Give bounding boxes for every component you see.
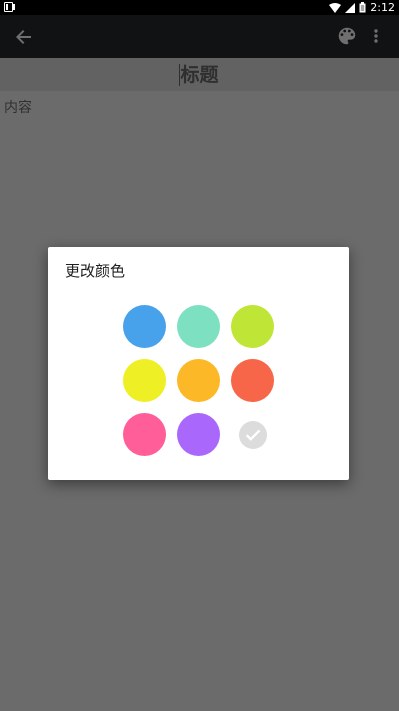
color-swatch-teal[interactable] [177, 305, 220, 348]
more-options-button[interactable] [366, 25, 386, 47]
palette-button[interactable] [336, 25, 358, 47]
notification-icon [4, 2, 15, 12]
battery-icon [359, 2, 366, 13]
color-picker-dialog: 更改颜色 [48, 247, 349, 480]
status-right-icons: 2:12 [329, 0, 395, 15]
back-button[interactable] [12, 25, 36, 49]
note-content[interactable]: 内容 [4, 97, 32, 117]
check-icon [245, 429, 261, 441]
page-title[interactable]: 标题 [0, 60, 399, 90]
app-bar [0, 15, 399, 58]
status-time: 2:12 [370, 1, 395, 14]
color-swatch-pink[interactable] [123, 413, 166, 456]
wifi-icon [329, 2, 342, 13]
color-swatch-purple[interactable] [177, 413, 220, 456]
dialog-title: 更改颜色 [65, 262, 126, 280]
color-swatch-yellow[interactable] [123, 359, 166, 402]
text-cursor [179, 64, 180, 86]
more-vert-icon [374, 29, 378, 43]
color-swatch-amber[interactable] [177, 359, 220, 402]
palette-icon [338, 27, 356, 45]
color-swatch-blue[interactable] [123, 305, 166, 348]
color-swatch-orange-red[interactable] [231, 359, 274, 402]
color-swatch-none-selected[interactable] [239, 421, 267, 449]
status-bar: 2:12 [0, 0, 399, 15]
arrow-left-icon [16, 30, 31, 44]
color-swatch-lime[interactable] [231, 305, 274, 348]
signal-icon [345, 2, 356, 13]
